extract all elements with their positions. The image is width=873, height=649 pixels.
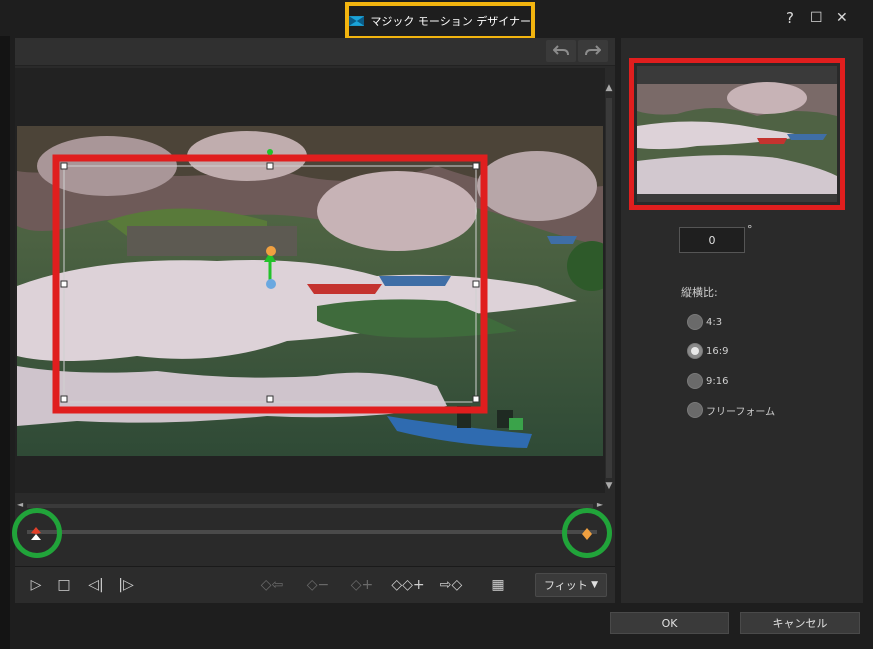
editor-top-bar xyxy=(15,38,615,66)
cancel-button[interactable]: キャンセル xyxy=(740,612,860,634)
resize-handle xyxy=(266,395,274,403)
redo-button[interactable] xyxy=(578,40,608,62)
properties-panel: 0 ° 縦横比: 4:3 16:9 9:16 フリーフォーム xyxy=(621,38,863,603)
fit-label: フィット xyxy=(544,579,588,592)
radio-button[interactable] xyxy=(687,373,703,389)
aspect-option-freeform[interactable]: フリーフォーム xyxy=(687,402,775,418)
magic-motion-logo-icon xyxy=(349,16,365,26)
resize-handle xyxy=(472,280,480,288)
output-preview-highlight xyxy=(629,58,845,210)
previous-frame-button[interactable]: ◁| xyxy=(85,575,107,595)
rotate-handle xyxy=(267,149,273,155)
aspect-option-label: 4:3 xyxy=(706,316,723,328)
hscroll-track[interactable] xyxy=(27,504,593,508)
aspect-option-4-3[interactable]: 4:3 xyxy=(687,314,722,330)
title-bar: マジック モーション デザイナー ? ☐ ✕ xyxy=(0,0,873,40)
aspect-option-16-9[interactable]: 16:9 xyxy=(687,343,728,359)
radio-button-selected[interactable] xyxy=(687,343,703,359)
radio-button[interactable] xyxy=(687,402,703,418)
undo-icon xyxy=(553,45,569,56)
scroll-up-icon[interactable]: ▲ xyxy=(603,82,615,94)
next-keyframe-button[interactable]: ⇨◇ xyxy=(435,575,467,595)
resize-handle xyxy=(472,395,480,403)
scroll-left-icon[interactable]: ◄ xyxy=(17,500,23,509)
radio-button[interactable] xyxy=(687,314,703,330)
remove-keyframe-button[interactable]: ◇− xyxy=(303,575,333,595)
play-button[interactable]: ▷ xyxy=(27,575,45,595)
redo-icon xyxy=(585,45,601,56)
scroll-track[interactable] xyxy=(606,98,612,478)
next-frame-button[interactable]: |▷ xyxy=(115,575,137,595)
output-preview xyxy=(637,66,837,202)
chevron-down-icon: ▼ xyxy=(591,580,598,590)
degree-label: ° xyxy=(747,223,753,236)
previous-keyframe-button[interactable]: ◇⇦ xyxy=(255,575,289,595)
keyframe-timeline[interactable] xyxy=(27,530,597,534)
motion-center-point xyxy=(266,279,276,289)
aspect-option-label: 9:16 xyxy=(706,375,729,387)
vertical-scrollbar[interactable]: ▲ ▼ xyxy=(603,82,615,492)
add-keyframe-button[interactable]: ◇+ xyxy=(347,575,377,595)
preview-thumbnail-image xyxy=(637,66,837,202)
window-title-highlight: マジック モーション デザイナー xyxy=(345,2,535,40)
stop-button[interactable]: □ xyxy=(55,575,73,595)
resize-handle xyxy=(472,162,480,170)
crop-selection-overlay[interactable] xyxy=(17,126,603,456)
motion-editor-panel: ▲ ▼ ◄ ► ▷ □ ◁| |▷ ◇⇦ ◇− ◇+ ◇◇+ ⇨◇ ▦ フィット… xyxy=(12,38,615,603)
playback-toolbar: ▷ □ ◁| |▷ ◇⇦ ◇− ◇+ ◇◇+ ⇨◇ ▦ フィット ▼ xyxy=(15,566,615,603)
motion-end-point xyxy=(266,246,276,256)
resize-handle xyxy=(266,162,274,170)
safe-area-button[interactable]: ▦ xyxy=(487,575,509,595)
undo-button[interactable] xyxy=(546,40,576,62)
maximize-icon[interactable]: ☐ xyxy=(810,10,823,26)
window-title: マジック モーション デザイナー xyxy=(370,15,531,28)
aspect-option-label: 16:9 xyxy=(706,345,729,357)
horizontal-scrollbar[interactable]: ◄ ► xyxy=(17,500,603,510)
video-frame-image xyxy=(17,126,603,456)
aspect-option-label: フリーフォーム xyxy=(706,406,776,418)
duplicate-keyframe-button[interactable]: ◇◇+ xyxy=(391,575,425,595)
zoom-fit-dropdown[interactable]: フィット ▼ xyxy=(535,573,607,597)
resize-handle xyxy=(60,280,68,288)
scroll-right-icon[interactable]: ► xyxy=(597,500,603,509)
ok-button[interactable]: OK xyxy=(610,612,729,634)
scroll-down-icon[interactable]: ▼ xyxy=(603,480,615,492)
start-keyframe-icon[interactable] xyxy=(30,527,42,541)
aspect-option-9-16[interactable]: 9:16 xyxy=(687,373,728,389)
end-keyframe-icon[interactable] xyxy=(581,527,593,541)
aspect-ratio-label: 縦横比: xyxy=(681,286,718,299)
help-icon[interactable]: ? xyxy=(786,10,794,26)
resize-handle xyxy=(60,162,68,170)
rotation-input[interactable]: 0 xyxy=(679,227,745,253)
background-app-strip xyxy=(0,0,10,649)
preview-canvas[interactable] xyxy=(15,68,605,493)
close-icon[interactable]: ✕ xyxy=(836,10,848,26)
resize-handle xyxy=(60,395,68,403)
